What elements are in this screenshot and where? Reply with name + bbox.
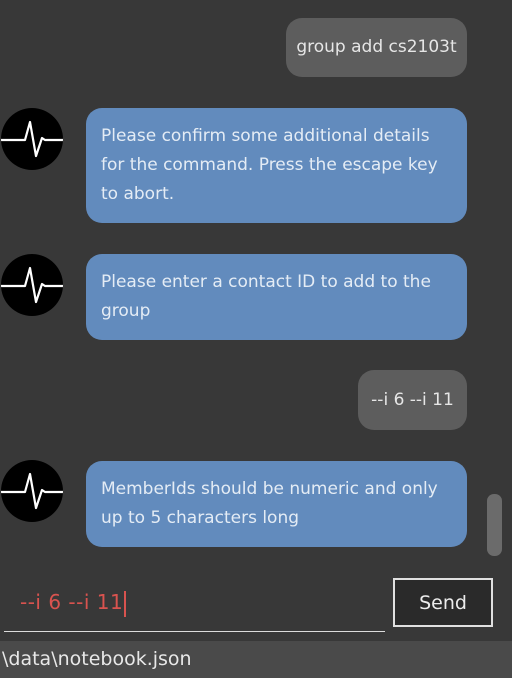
command-input-value: --i 6 --i 11 <box>20 590 124 614</box>
chat-message-list[interactable]: group add cs2103t Please confirm some ad… <box>0 0 512 570</box>
send-button[interactable]: Send <box>393 578 493 627</box>
scrollbar-thumb[interactable] <box>487 494 502 556</box>
bot-avatar-heartbeat-icon <box>1 254 63 316</box>
status-bar: \data\notebook.json <box>0 641 512 678</box>
bot-avatar-heartbeat-icon <box>1 460 63 522</box>
message-text: --i 6 --i 11 <box>371 389 454 410</box>
send-button-label: Send <box>419 591 467 614</box>
chat-window: group add cs2103t Please confirm some ad… <box>0 0 512 678</box>
user-message-bubble: --i 6 --i 11 <box>358 370 467 430</box>
save-location-path: \data\notebook.json <box>2 648 192 670</box>
message-text: MemberIds should be numeric and only up … <box>101 479 438 528</box>
message-text: Please confirm some additional details f… <box>101 126 438 204</box>
bot-message-bubble: Please confirm some additional details f… <box>86 108 467 223</box>
text-caret <box>124 590 127 617</box>
command-input[interactable]: --i 6 --i 11 <box>4 580 385 632</box>
bot-avatar-heartbeat-icon <box>1 108 63 170</box>
bot-message-bubble: Please enter a contact ID to add to the … <box>86 254 467 340</box>
message-text: group add cs2103t <box>296 37 457 57</box>
message-text: Please enter a contact ID to add to the … <box>101 272 431 321</box>
command-input-value-wrap: --i 6 --i 11 <box>20 590 127 617</box>
bot-message-bubble: MemberIds should be numeric and only up … <box>86 461 467 547</box>
user-message-bubble: group add cs2103t <box>286 18 467 77</box>
